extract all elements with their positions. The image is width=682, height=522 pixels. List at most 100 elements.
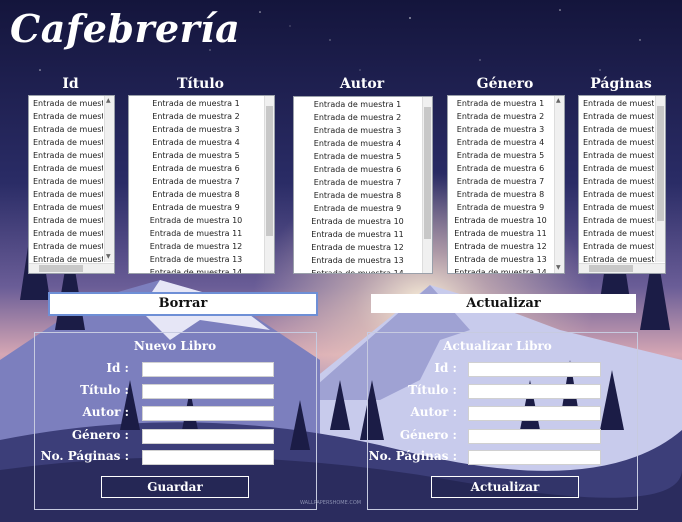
list-item[interactable]: Entrada de muestra 2	[448, 110, 553, 123]
nuevo-input-id[interactable]	[142, 362, 274, 377]
list-item[interactable]: Entrada de muestra 3	[294, 124, 421, 137]
list-item[interactable]: Entrada de muestra 8	[294, 189, 421, 202]
list-item[interactable]: Entrada de muestra 11	[294, 228, 421, 241]
list-item[interactable]: Entrada de muestra 6	[294, 163, 421, 176]
list-item[interactable]: Entrada de muestra 1	[448, 97, 553, 110]
list-item[interactable]: Entrada de muestra 7	[294, 176, 421, 189]
list-item[interactable]: Entrada de muestra 4	[29, 136, 103, 149]
vertical-scrollbar[interactable]	[422, 97, 432, 273]
list-item[interactable]: Entrada de muestra 3	[448, 123, 553, 136]
list-item[interactable]: Entrada de muestra 8	[579, 188, 654, 201]
vertical-scrollbar[interactable]	[655, 96, 665, 262]
borrar-button[interactable]: Borrar	[48, 292, 318, 316]
horizontal-scrollbar[interactable]	[29, 263, 114, 273]
list-item[interactable]: Entrada de muestra 7	[579, 175, 654, 188]
actualizar-input-paginas[interactable]	[468, 450, 601, 465]
scroll-up-arrow-icon[interactable]: ▲	[106, 97, 111, 105]
list-item[interactable]: Entrada de muestra 4	[448, 136, 553, 149]
nuevo-input-genero[interactable]	[142, 429, 274, 444]
scroll-down-arrow-icon[interactable]: ▼	[106, 253, 111, 261]
nuevo-label-paginas: No. Páginas :	[40, 449, 129, 463]
actualizar-input-titulo[interactable]	[468, 384, 601, 399]
list-item[interactable]: Entrada de muestra 9	[29, 201, 103, 214]
list-item[interactable]: Entrada de muestra 14	[448, 266, 553, 273]
actualizar-input-autor[interactable]	[468, 406, 601, 421]
list-item[interactable]: Entrada de muestra 1	[294, 98, 421, 111]
list-item[interactable]: Entrada de muestra 9	[448, 201, 553, 214]
list-item[interactable]: Entrada de muestra 2	[129, 110, 263, 123]
list-item[interactable]: Entrada de muestra 9	[294, 202, 421, 215]
list-item[interactable]: Entrada de muestra 4	[579, 136, 654, 149]
list-item[interactable]: Entrada de muestra 10	[29, 214, 103, 227]
list-titulo[interactable]: Entrada de muestra 1 Entrada de muestra 2…	[128, 95, 275, 274]
list-item[interactable]: Entrada de muestra 2	[29, 110, 103, 123]
list-item[interactable]: Entrada de muestra 12	[129, 240, 263, 253]
actualizar-input-genero[interactable]	[468, 429, 601, 444]
list-item[interactable]: Entrada de muestra 14	[294, 267, 421, 273]
list-item[interactable]: Entrada de muestra 5	[29, 149, 103, 162]
list-item[interactable]: Entrada de muestra 13	[448, 253, 553, 266]
list-item[interactable]: Entrada de muestra 1	[129, 97, 263, 110]
horizontal-scrollbar[interactable]	[579, 263, 665, 273]
list-item[interactable]: Entrada de muestra 10	[579, 214, 654, 227]
list-item[interactable]: Entrada de muestra 5	[294, 150, 421, 163]
scroll-down-arrow-icon[interactable]: ▼	[556, 264, 561, 272]
list-item[interactable]: Entrada de muestra 6	[129, 162, 263, 175]
scroll-up-arrow-icon[interactable]: ▲	[556, 97, 561, 105]
list-item[interactable]: Entrada de muestra 2	[579, 110, 654, 123]
list-item[interactable]: Entrada de muestra 10	[448, 214, 553, 227]
list-item[interactable]: Entrada de muestra 11	[29, 227, 103, 240]
list-item[interactable]: Entrada de muestra 13	[294, 254, 421, 267]
list-item[interactable]: Entrada de muestra 6	[448, 162, 553, 175]
list-item[interactable]: Entrada de muestra 4	[129, 136, 263, 149]
list-id[interactable]: Entrada de muestra 1Entrada de muestra 2…	[28, 95, 115, 274]
list-paginas[interactable]: Entrada de muestra 1Entrada de muestra 2…	[578, 95, 666, 274]
list-item[interactable]: Entrada de muestra 5	[579, 149, 654, 162]
list-item[interactable]: Entrada de muestra 11	[448, 227, 553, 240]
list-item[interactable]: Entrada de muestra 11	[129, 227, 263, 240]
list-genero[interactable]: Entrada de muestra 1 Entrada de muestra 2…	[447, 95, 565, 274]
list-item[interactable]: Entrada de muestra 4	[294, 137, 421, 150]
actualizar-button[interactable]: Actualizar	[371, 294, 636, 313]
nuevo-input-titulo[interactable]	[142, 384, 274, 399]
list-item[interactable]: Entrada de muestra 9	[579, 201, 654, 214]
list-item[interactable]: Entrada de muestra 6	[579, 162, 654, 175]
list-item[interactable]: Entrada de muestra 12	[294, 241, 421, 254]
list-item[interactable]: Entrada de muestra 7	[448, 175, 553, 188]
nuevo-input-paginas[interactable]	[142, 450, 274, 465]
vertical-scrollbar[interactable]	[264, 96, 274, 273]
list-item[interactable]: Entrada de muestra 9	[129, 201, 263, 214]
list-item[interactable]: Entrada de muestra 8	[129, 188, 263, 201]
list-item[interactable]: Entrada de muestra 7	[129, 175, 263, 188]
actualizar-libro-button[interactable]: Actualizar	[431, 476, 579, 498]
list-item[interactable]: Entrada de muestra 13	[129, 253, 263, 266]
list-item[interactable]: Entrada de muestra 12	[448, 240, 553, 253]
list-item[interactable]: Entrada de muestra 3	[579, 123, 654, 136]
list-item[interactable]: Entrada de muestra 14	[129, 266, 263, 273]
nuevo-label-titulo: Título :	[80, 383, 129, 397]
actualizar-label-autor: Autor :	[410, 405, 457, 419]
list-item[interactable]: Entrada de muestra 2	[294, 111, 421, 124]
list-item[interactable]: Entrada de muestra 6	[29, 162, 103, 175]
actualizar-input-id[interactable]	[468, 362, 601, 377]
list-item[interactable]: Entrada de muestra 12	[579, 240, 654, 253]
list-item[interactable]: Entrada de muestra 10	[294, 215, 421, 228]
list-autor[interactable]: Entrada de muestra 1 Entrada de muestra 2…	[293, 96, 433, 274]
guardar-button[interactable]: Guardar	[101, 476, 249, 498]
list-item[interactable]: Entrada de muestra 8	[29, 188, 103, 201]
list-item[interactable]: Entrada de muestra 1	[29, 97, 103, 110]
list-item[interactable]: Entrada de muestra 12	[29, 240, 103, 253]
vertical-scrollbar[interactable]: ▲ ▼	[554, 96, 564, 273]
nuevo-input-autor[interactable]	[142, 406, 274, 421]
column-header-autor: Autor	[339, 76, 385, 92]
list-item[interactable]: Entrada de muestra 8	[448, 188, 553, 201]
list-item[interactable]: Entrada de muestra 3	[129, 123, 263, 136]
list-item[interactable]: Entrada de muestra 10	[129, 214, 263, 227]
vertical-scrollbar[interactable]: ▲ ▼	[104, 96, 114, 262]
list-item[interactable]: Entrada de muestra 1	[579, 97, 654, 110]
list-item[interactable]: Entrada de muestra 7	[29, 175, 103, 188]
list-item[interactable]: Entrada de muestra 5	[448, 149, 553, 162]
list-item[interactable]: Entrada de muestra 11	[579, 227, 654, 240]
list-item[interactable]: Entrada de muestra 5	[129, 149, 263, 162]
list-item[interactable]: Entrada de muestra 3	[29, 123, 103, 136]
